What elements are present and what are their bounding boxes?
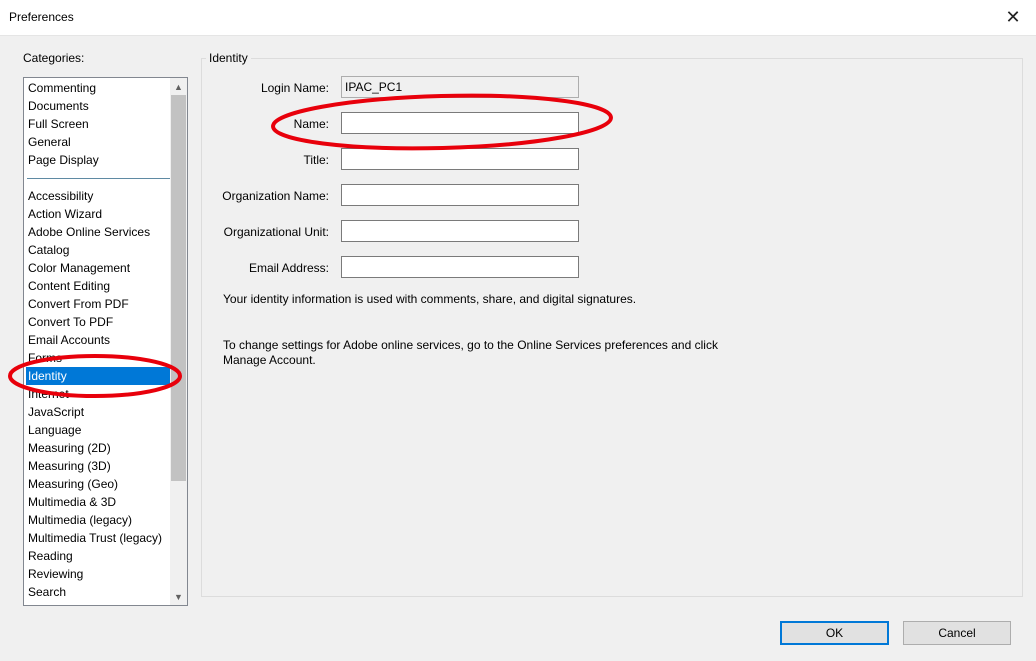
cancel-button[interactable]: Cancel: [903, 621, 1011, 645]
title-label: Title:: [303, 153, 329, 167]
identity-group-title: Identity: [206, 51, 251, 65]
scroll-down-icon[interactable]: ▼: [170, 588, 187, 605]
categories-list[interactable]: Commenting Documents Full Screen General Pag…: [23, 77, 188, 606]
scroll-up-icon[interactable]: ▲: [170, 78, 187, 95]
email-address-field[interactable]: [341, 256, 579, 278]
name-field[interactable]: [341, 112, 579, 134]
login-name-label: Login Name:: [260, 81, 329, 95]
category-item-javascript[interactable]: JavaScript: [24, 403, 172, 421]
categories-items: Commenting Documents Full Screen General Pag…: [24, 79, 172, 605]
category-item-documents[interactable]: Documents: [24, 97, 172, 115]
category-item-multimedia-legacy[interactable]: Multimedia (legacy): [24, 511, 172, 529]
organizational-unit-field[interactable]: [341, 220, 579, 242]
category-item-convert-to-pdf[interactable]: Convert To PDF: [24, 313, 172, 331]
category-item-search[interactable]: Search: [24, 583, 172, 601]
category-item-commenting[interactable]: Commenting: [24, 79, 172, 97]
category-item-general[interactable]: General: [24, 133, 172, 151]
category-item-accessibility[interactable]: Accessibility: [24, 187, 172, 205]
scrollbar-thumb[interactable]: [171, 95, 186, 481]
category-item-multimedia-trust-legacy[interactable]: Multimedia Trust (legacy): [24, 529, 172, 547]
title-field[interactable]: [341, 148, 579, 170]
login-name-field: IPAC_PC1: [341, 76, 579, 98]
category-item-reading[interactable]: Reading: [24, 547, 172, 565]
organization-name-label: Organization Name:: [222, 189, 329, 203]
online-services-note-line1: To change settings for Adobe online serv…: [223, 338, 718, 352]
organizational-unit-label: Organizational Unit:: [223, 225, 329, 239]
categories-label: Categories:: [23, 51, 85, 65]
category-item-page-display[interactable]: Page Display: [24, 151, 172, 169]
category-item-measuring-2d[interactable]: Measuring (2D): [24, 439, 172, 457]
category-item-color-management[interactable]: Color Management: [24, 259, 172, 277]
window-title: Preferences: [9, 10, 74, 24]
category-item-measuring-3d[interactable]: Measuring (3D): [24, 457, 172, 475]
category-item-action-wizard[interactable]: Action Wizard: [24, 205, 172, 223]
category-item-adobe-online-services[interactable]: Adobe Online Services: [24, 223, 172, 241]
online-services-note-line2: Manage Account.: [223, 353, 316, 367]
category-item-convert-from-pdf[interactable]: Convert From PDF: [24, 295, 172, 313]
category-item-full-screen[interactable]: Full Screen: [24, 115, 172, 133]
category-item-reviewing[interactable]: Reviewing: [24, 565, 172, 583]
category-item-internet[interactable]: Internet: [24, 385, 172, 403]
category-separator: [24, 169, 172, 187]
title-bar: Preferences ✕: [0, 0, 1036, 36]
category-item-identity[interactable]: Identity: [26, 367, 172, 385]
ok-button[interactable]: OK: [780, 621, 889, 645]
organization-name-field[interactable]: [341, 184, 579, 206]
close-icon[interactable]: ✕: [990, 0, 1036, 35]
identity-usage-note: Your identity information is used with c…: [223, 292, 637, 306]
category-item-multimedia-3d[interactable]: Multimedia & 3D: [24, 493, 172, 511]
category-item-forms[interactable]: Forms: [24, 349, 172, 367]
email-address-label: Email Address:: [248, 261, 329, 275]
category-item-measuring-geo[interactable]: Measuring (Geo): [24, 475, 172, 493]
category-item-language[interactable]: Language: [24, 421, 172, 439]
category-item-content-editing[interactable]: Content Editing: [24, 277, 172, 295]
category-item-catalog[interactable]: Catalog: [24, 241, 172, 259]
categories-scrollbar[interactable]: ▲ ▼: [170, 78, 187, 605]
category-item-email-accounts[interactable]: Email Accounts: [24, 331, 172, 349]
name-label: Name:: [293, 117, 329, 131]
category-item-security[interactable]: Security: [24, 601, 172, 605]
identity-group: [201, 58, 1023, 597]
